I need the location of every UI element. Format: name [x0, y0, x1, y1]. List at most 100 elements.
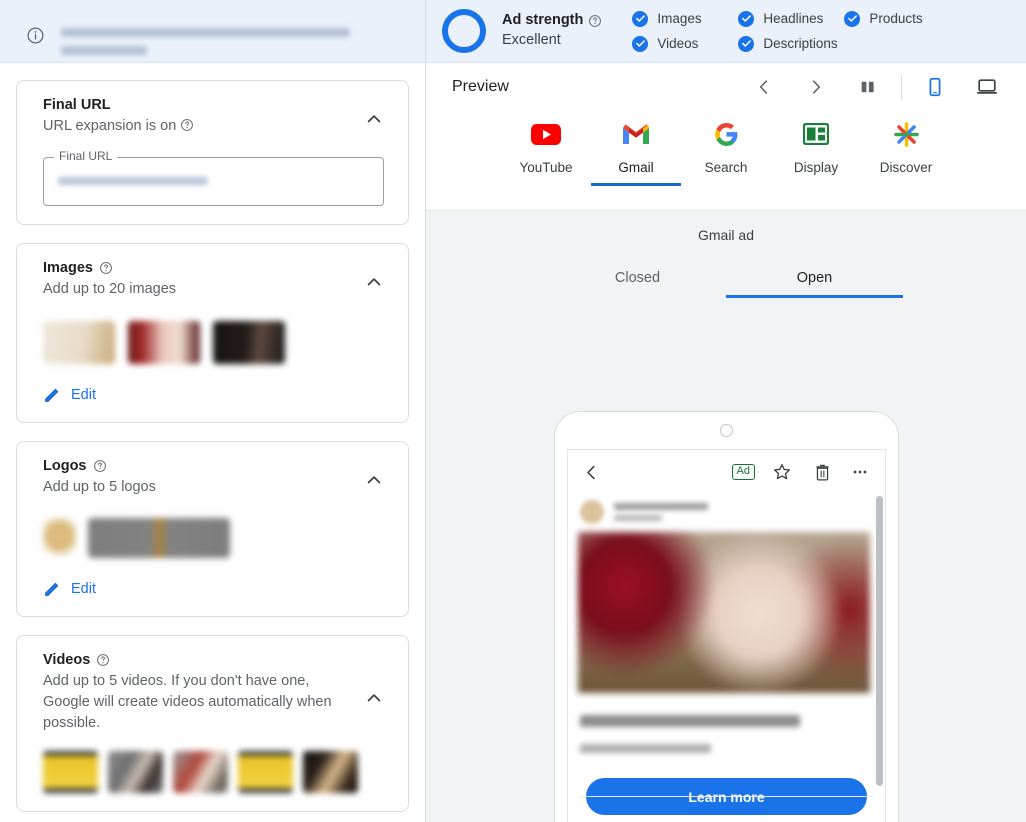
tab-label: Discover — [879, 160, 933, 175]
card-videos: Videos Add up to 5 videos. If you don't … — [16, 635, 409, 813]
ad-strength-label-row: Ad strength — [502, 11, 602, 31]
logo-thumbnail[interactable] — [88, 518, 230, 559]
chevron-up-icon[interactable] — [364, 470, 384, 490]
card-images: Images Add up to 20 images Edit — [16, 242, 409, 424]
gmail-toolbar: Ad — [568, 450, 885, 494]
pencil-icon — [45, 582, 59, 597]
chevron-up-icon[interactable] — [364, 688, 384, 708]
checklist-item-images: Images — [632, 10, 738, 27]
card-final-url: Final URL URL expansion is on Final URL — [16, 80, 409, 225]
final-url-field-legend: Final URL — [54, 148, 118, 163]
phone-scrollbar[interactable] — [876, 496, 883, 786]
chevron-up-icon[interactable] — [364, 272, 384, 292]
help-icon[interactable] — [180, 118, 194, 132]
tab-discover[interactable]: Discover — [861, 119, 951, 186]
tab-label: Search — [704, 160, 748, 175]
preview-next-button[interactable] — [799, 70, 833, 104]
redacted-text-line — [61, 46, 147, 55]
video-thumbnail[interactable] — [43, 751, 98, 794]
card-logos: Logos Add up to 5 logos Edit — [16, 441, 409, 618]
tab-closed[interactable]: Closed — [549, 270, 726, 298]
banner-divider — [425, 0, 426, 63]
preview-prev-button[interactable] — [747, 70, 781, 104]
avatar — [580, 500, 604, 524]
back-arrow-icon — [586, 465, 595, 479]
checklist-column: Products — [844, 10, 950, 52]
banner-message — [0, 7, 425, 55]
redacted-sender-name — [614, 503, 708, 510]
more-options-button[interactable] — [843, 455, 877, 489]
image-thumbnail[interactable] — [213, 321, 285, 365]
help-icon[interactable] — [96, 653, 110, 667]
ad-type-label: Gmail ad — [697, 227, 755, 243]
preview-mobile-button[interactable] — [918, 70, 952, 104]
tab-gmail[interactable]: Gmail — [591, 119, 681, 186]
ad-strength-label: Ad strength — [502, 12, 584, 29]
preview-split-view-button[interactable] — [851, 70, 885, 104]
preview-toolbar — [747, 70, 1004, 104]
redacted-sender-detail — [614, 515, 662, 521]
help-icon[interactable] — [588, 14, 602, 28]
split-view-icon — [861, 81, 874, 93]
checklist-column: Images Videos — [632, 10, 738, 52]
tab-search[interactable]: Search — [681, 119, 771, 186]
pencil-icon — [45, 389, 59, 403]
edit-images-button[interactable]: Edit — [43, 386, 384, 404]
ad-state-tab-list: Closed Open — [426, 270, 1026, 298]
back-button[interactable] — [580, 455, 602, 489]
check-icon — [844, 10, 861, 27]
image-thumbnail[interactable] — [43, 321, 115, 365]
logo-thumbnail[interactable] — [43, 518, 76, 559]
redacted-url-value — [58, 177, 208, 186]
check-icon — [738, 35, 755, 52]
card-title: Videos — [43, 652, 384, 668]
chevron-up-icon[interactable] — [364, 109, 384, 129]
preview-header: Preview — [426, 63, 1026, 111]
tab-label: Gmail — [618, 160, 654, 175]
ad-strength-text: Ad strength Excellent — [502, 11, 602, 50]
video-thumbnail[interactable] — [108, 751, 163, 794]
youtube-icon — [531, 119, 561, 149]
video-thumbnail[interactable] — [173, 751, 228, 794]
asset-editor-panel[interactable]: Final URL URL expansion is on Final URL — [0, 63, 425, 822]
checklist-item-products: Products — [844, 10, 950, 27]
preview-panel: Preview YouTube Gmail Search Display Dis… — [425, 63, 1026, 822]
card-title: Images — [43, 260, 384, 276]
phone-mockup: Ad Learn more — [554, 411, 899, 822]
check-icon — [632, 10, 649, 27]
gmail-icon — [622, 119, 650, 149]
ad-hero-image[interactable] — [578, 532, 870, 693]
tab-display[interactable]: Display — [771, 119, 861, 186]
content-divider — [580, 796, 873, 797]
delete-button[interactable] — [805, 455, 839, 489]
star-button[interactable] — [765, 455, 799, 489]
preview-title: Preview — [452, 78, 509, 95]
ad-strength-group: Ad strength Excellent — [442, 9, 602, 53]
checklist-label: Products — [869, 11, 923, 26]
card-subtitle: URL expansion is on — [43, 116, 343, 137]
final-url-input[interactable] — [43, 156, 384, 206]
checklist-item-descriptions: Descriptions — [738, 35, 844, 52]
final-url-field-wrap: Final URL — [43, 148, 384, 206]
video-thumbnail[interactable] — [303, 751, 358, 794]
checklist-item-videos: Videos — [632, 35, 738, 52]
checklist-label: Images — [657, 11, 702, 26]
camera-icon — [720, 424, 733, 437]
check-icon — [632, 35, 649, 52]
preview-desktop-button[interactable] — [970, 70, 1004, 104]
help-icon[interactable] — [93, 459, 107, 473]
phone-camera — [555, 412, 898, 437]
video-thumbnail[interactable] — [238, 751, 293, 794]
card-subtitle: Add up to 5 logos — [43, 479, 156, 496]
card-subtitle: Add up to 5 videos. If you don't have on… — [43, 673, 332, 731]
tab-open[interactable]: Open — [726, 270, 903, 298]
card-title-text: Logos — [43, 458, 87, 475]
star-icon — [773, 464, 791, 480]
banner-message-text — [61, 26, 350, 55]
google-search-icon — [714, 119, 739, 149]
help-icon[interactable] — [99, 261, 113, 275]
tab-youtube[interactable]: YouTube — [501, 119, 591, 186]
edit-logos-button[interactable]: Edit — [43, 580, 384, 598]
image-thumbnail[interactable] — [128, 321, 200, 365]
info-icon — [27, 27, 44, 44]
